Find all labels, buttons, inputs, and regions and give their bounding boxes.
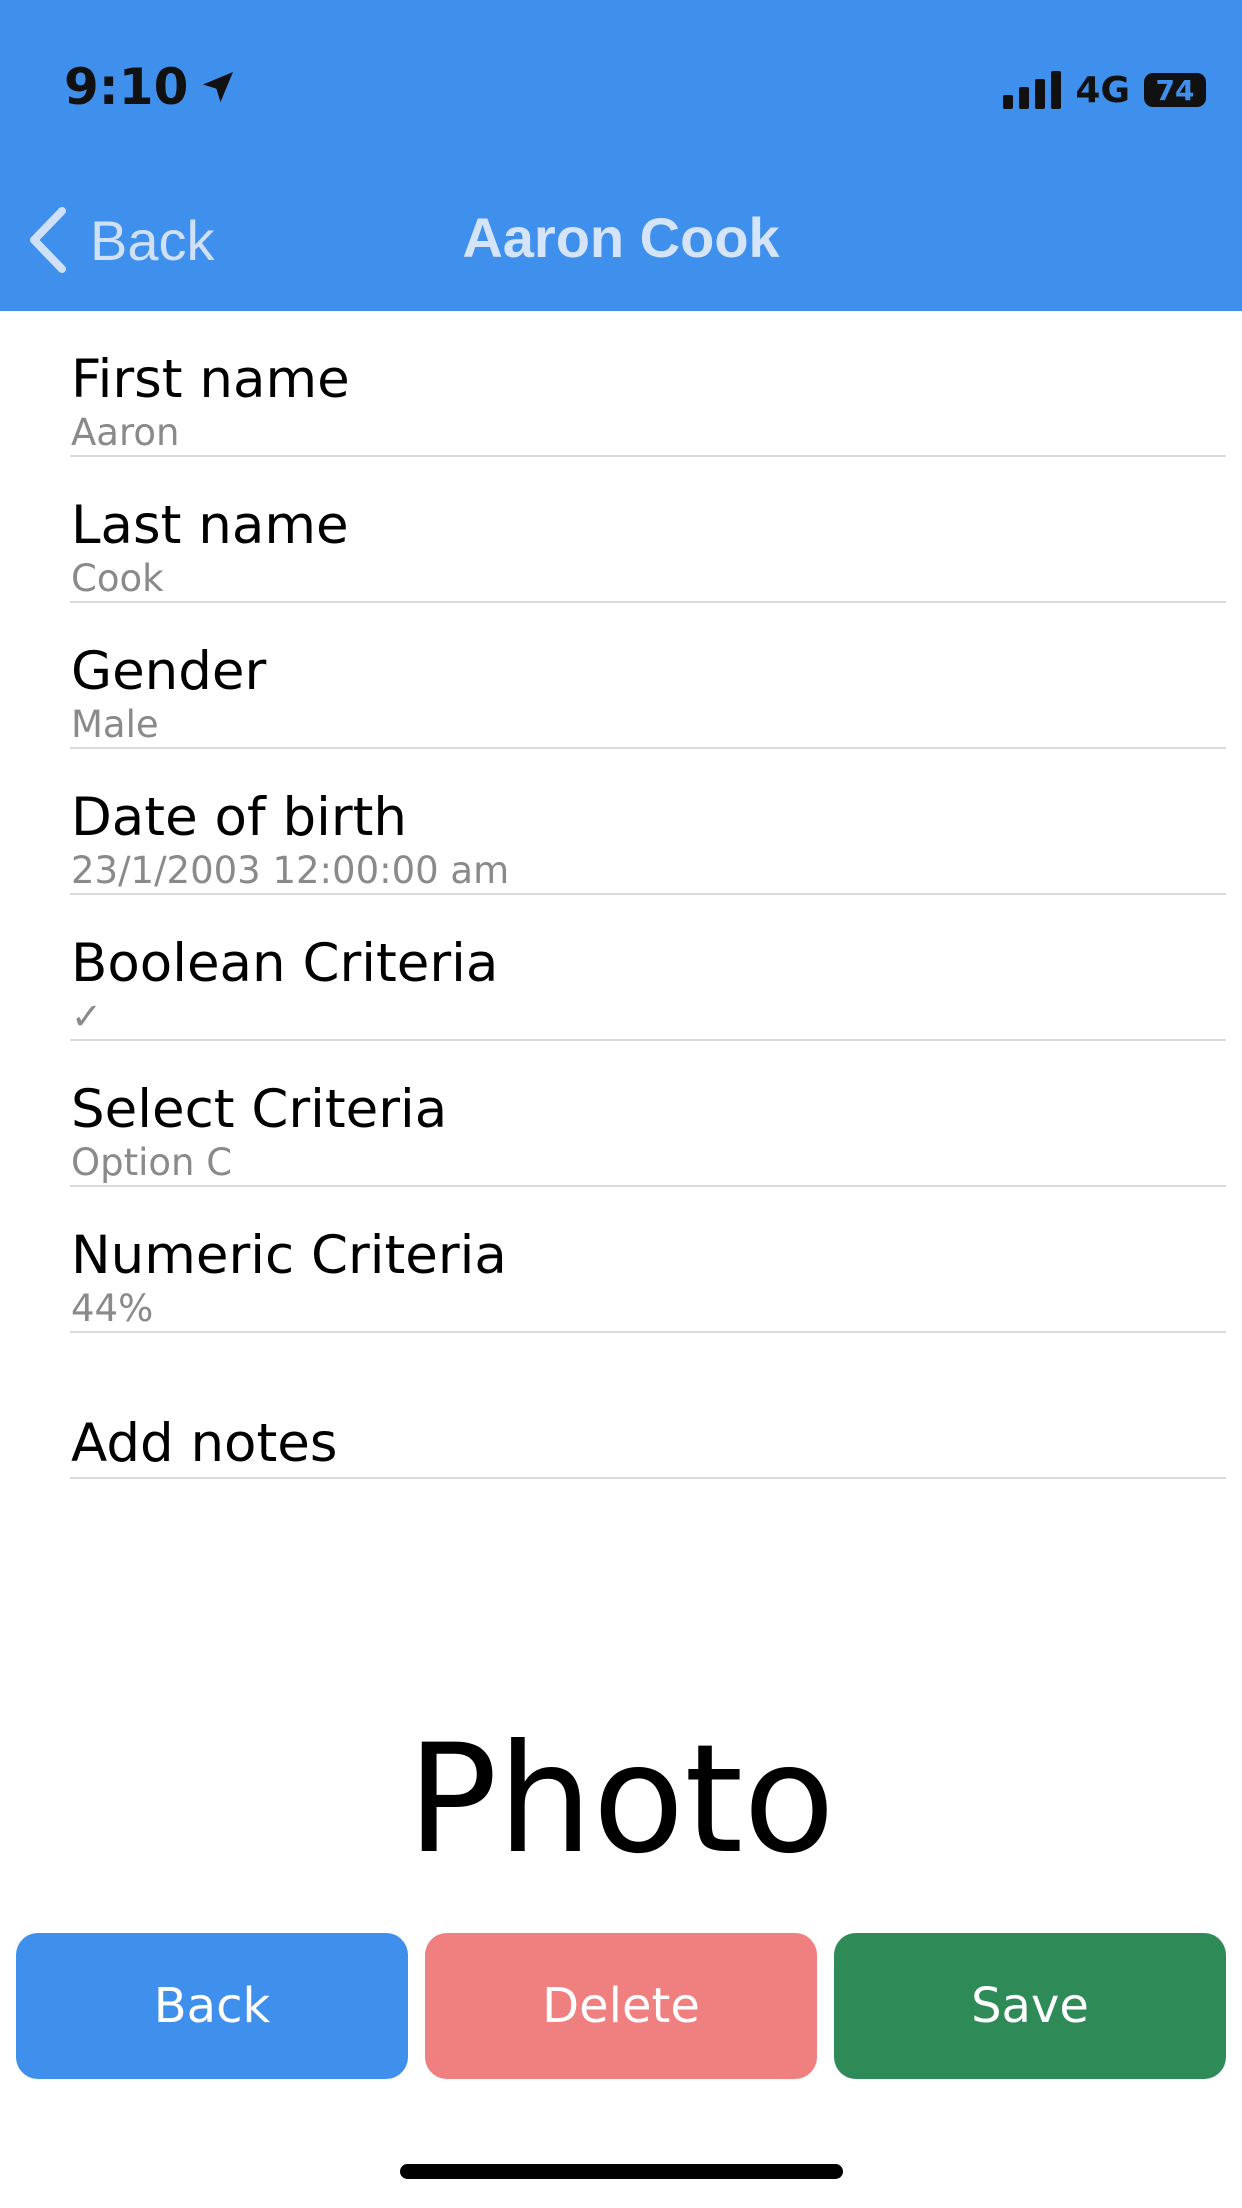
field-value: Male (71, 703, 159, 746)
add-notes-label: Add notes (71, 1413, 338, 1474)
field-value: Aaron (71, 411, 180, 454)
status-time-text: 9:10 (64, 58, 189, 116)
location-arrow-icon (203, 72, 234, 102)
status-time: 9:10 (64, 58, 238, 116)
delete-button[interactable]: Delete (425, 1933, 817, 2079)
back-button[interactable]: Back (16, 1933, 408, 2079)
field-value: Option C (71, 1141, 233, 1184)
field-label: Last name (71, 495, 349, 556)
action-bar: Back Delete Save (16, 1933, 1226, 2079)
status-right: 4G 74 (1003, 68, 1206, 112)
screen: 9:10 4G 74 Back Aaron Cook First name Aa… (0, 0, 1242, 2208)
field-last-name[interactable]: Last name Cook (70, 457, 1226, 603)
network-type: 4G (1075, 69, 1130, 111)
field-first-name[interactable]: First name Aaron (70, 311, 1226, 457)
field-label: Boolean Criteria (71, 933, 499, 994)
page-title: Aaron Cook (462, 206, 780, 269)
field-label: Date of birth (71, 787, 407, 848)
header: 9:10 4G 74 Back Aaron Cook (0, 0, 1242, 311)
field-label: Numeric Criteria (71, 1225, 507, 1286)
field-boolean-criteria[interactable]: Boolean Criteria ✓ (70, 895, 1226, 1041)
field-numeric-criteria[interactable]: Numeric Criteria 44% (70, 1187, 1226, 1333)
field-value: 44% (71, 1287, 154, 1330)
details-list: First name Aaron Last name Cook Gender M… (70, 311, 1226, 1479)
field-gender[interactable]: Gender Male (70, 603, 1226, 749)
field-label: Select Criteria (71, 1079, 448, 1140)
field-label: First name (71, 349, 350, 410)
field-label: Gender (71, 641, 267, 702)
battery-icon: 74 (1144, 73, 1206, 107)
photo-placeholder[interactable]: Photo (0, 1725, 1242, 1875)
field-date-of-birth[interactable]: Date of birth 23/1/2003 12:00:00 am (70, 749, 1226, 895)
battery-level: 74 (1144, 73, 1206, 107)
save-button[interactable]: Save (834, 1933, 1226, 2079)
checkmark-icon: ✓ (71, 995, 103, 1038)
field-value: Cook (71, 557, 164, 600)
cellular-signal-icon (1003, 71, 1062, 109)
field-select-criteria[interactable]: Select Criteria Option C (70, 1041, 1226, 1187)
home-indicator[interactable] (400, 2164, 843, 2179)
field-value: 23/1/2003 12:00:00 am (71, 849, 510, 892)
add-notes-row[interactable]: Add notes (70, 1333, 1226, 1479)
